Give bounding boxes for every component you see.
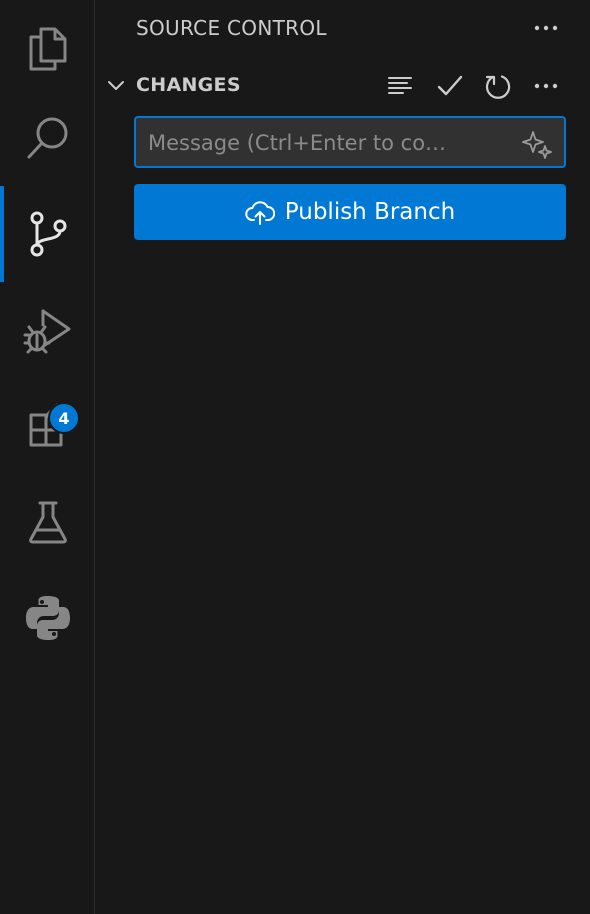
publish-branch-label: Publish Branch xyxy=(284,199,456,225)
activity-item-testing[interactable] xyxy=(0,474,95,570)
source-control-icon xyxy=(30,211,66,257)
sparkle-icon[interactable] xyxy=(522,129,552,159)
sidebar-more-actions-button[interactable] xyxy=(528,10,564,46)
more-actions-icon xyxy=(534,83,558,89)
activity-item-python[interactable] xyxy=(0,570,95,666)
sidebar-title: SOURCE CONTROL xyxy=(136,16,327,40)
commit-message-box xyxy=(134,116,566,168)
commit-message-input[interactable] xyxy=(148,128,508,158)
activity-bar: 4 xyxy=(0,0,95,914)
more-actions-icon xyxy=(534,25,558,31)
activity-item-source-control[interactable] xyxy=(0,186,95,282)
changes-section-header[interactable]: CHANGES xyxy=(96,66,590,106)
view-as-list-button[interactable] xyxy=(382,68,418,104)
check-icon xyxy=(437,75,463,96)
activity-item-search[interactable] xyxy=(0,90,95,186)
commit-button[interactable] xyxy=(432,68,468,104)
search-icon xyxy=(27,117,67,159)
refresh-button[interactable] xyxy=(480,68,516,104)
changes-more-actions-button[interactable] xyxy=(528,68,564,104)
activity-item-explorer[interactable] xyxy=(0,0,95,96)
section-title: CHANGES xyxy=(136,74,241,96)
publish-branch-button[interactable]: Publish Branch xyxy=(134,184,566,240)
activity-item-run-debug[interactable] xyxy=(0,282,95,378)
list-icon xyxy=(388,77,412,94)
run-debug-icon xyxy=(23,309,70,354)
python-icon xyxy=(25,596,70,640)
testing-flask-icon xyxy=(28,501,67,544)
cloud-upload-icon xyxy=(245,201,275,225)
chevron-down-icon xyxy=(108,81,124,90)
source-control-sidebar: SOURCE CONTROL CHANGES Message (Ctrl+Ent… xyxy=(96,0,590,914)
activity-item-extensions[interactable]: 4 xyxy=(0,378,95,474)
refresh-icon xyxy=(485,75,511,99)
extensions-badge: 4 xyxy=(48,402,80,434)
files-icon xyxy=(29,27,66,71)
